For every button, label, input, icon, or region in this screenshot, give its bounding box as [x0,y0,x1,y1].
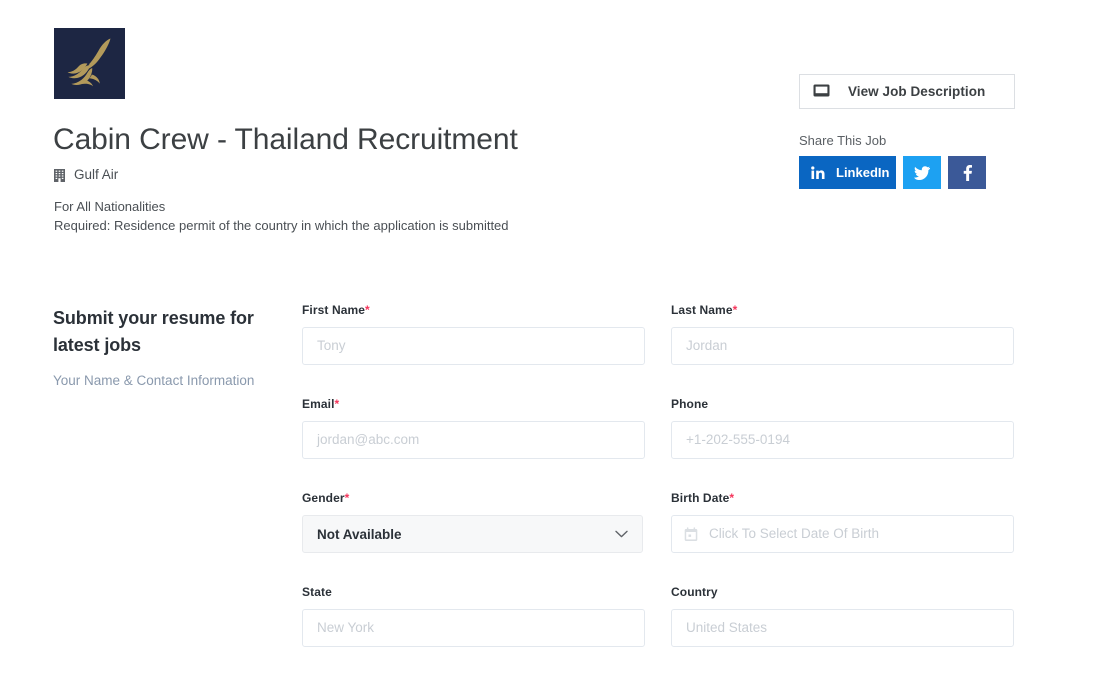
required-marker: * [344,491,350,505]
field-label-phone: Phone [671,397,1014,411]
first-name-input[interactable]: Tony [302,327,645,365]
view-job-description-label: View Job Description [848,84,986,99]
share-twitter-button[interactable] [903,156,941,189]
share-linkedin-button[interactable]: LinkedIn [799,156,896,189]
view-job-description-button[interactable]: View Job Description [799,74,1015,109]
field-email: Email* jordan@abc.com [302,397,645,459]
label-text: Phone [671,397,709,411]
form-intro: Submit your resume for latest jobs Your … [53,305,283,390]
phone-input[interactable]: +1-202-555-0194 [671,421,1014,459]
required-marker: * [732,303,738,317]
page-title: Cabin Crew - Thailand Recruitment [53,123,518,156]
facebook-f-icon [963,164,972,181]
gender-selected-value: Not Available [317,526,402,542]
label-text: State [302,585,332,599]
job-application-page: Cabin Crew - Thailand Recruitment Gulf A… [0,0,1119,696]
form-row: First Name* Tony Last Name* Jordan [302,303,1015,365]
field-phone: Phone +1-202-555-0194 [671,397,1014,459]
share-buttons: LinkedIn [799,156,986,189]
form-row: Gender* Not Available Birth Date* Click … [302,491,1015,553]
email-input[interactable]: jordan@abc.com [302,421,645,459]
field-label-gender: Gender* [302,491,645,505]
last-name-input[interactable]: Jordan [671,327,1014,365]
field-label-email: Email* [302,397,645,411]
state-placeholder: New York [317,620,375,635]
email-placeholder: jordan@abc.com [317,432,420,447]
calendar-icon [684,526,698,541]
country-placeholder: United States [686,620,768,635]
company-logo [54,28,125,99]
job-meta-line-2: Required: Residence permit of the countr… [54,217,509,233]
label-text: Gender [302,491,345,505]
field-label-country: Country [671,585,1014,599]
first-name-placeholder: Tony [317,338,346,353]
birth-date-placeholder: Click To Select Date Of Birth [709,526,880,541]
required-marker: * [334,397,340,411]
field-birth-date: Birth Date* Click To Select Date Of Birt… [671,491,1014,553]
monitor-icon [813,84,830,97]
gender-select[interactable]: Not Available [302,515,643,553]
field-label-birth-date: Birth Date* [671,491,1014,505]
field-state: State New York [302,585,645,647]
share-facebook-button[interactable] [948,156,986,189]
label-text: Birth Date [671,491,730,505]
chevron-down-icon [615,530,628,538]
company-row: Gulf Air [54,167,118,183]
linkedin-icon [811,165,825,179]
field-label-state: State [302,585,645,599]
gulf-air-falcon-logo [54,28,125,99]
phone-placeholder: +1-202-555-0194 [686,432,790,447]
field-gender: Gender* Not Available [302,491,645,553]
form-intro-title: Submit your resume for latest jobs [53,308,254,355]
country-input[interactable]: United States [671,609,1014,647]
field-last-name: Last Name* Jordan [671,303,1014,365]
field-country: Country United States [671,585,1014,647]
state-input[interactable]: New York [302,609,645,647]
application-form: First Name* Tony Last Name* Jordan Email… [302,303,1015,647]
building-icon [54,168,65,182]
share-linkedin-label: LinkedIn [836,165,890,180]
form-row: State New York Country United States [302,585,1015,647]
last-name-placeholder: Jordan [686,338,728,353]
job-meta: For All Nationalities Required: Residenc… [54,198,509,235]
label-text: First Name [302,303,366,317]
required-marker: * [365,303,370,317]
job-meta-line-1: For All Nationalities [54,199,166,214]
twitter-bird-icon [914,165,930,180]
label-text: Country [671,585,718,599]
company-name: Gulf Air [74,167,119,182]
label-text: Last Name [671,303,733,317]
field-first-name: First Name* Tony [302,303,645,365]
share-this-job-label: Share This Job [799,133,887,148]
birth-date-input[interactable]: Click To Select Date Of Birth [671,515,1014,553]
label-text: Email [302,397,335,411]
required-marker: * [729,491,735,505]
form-row: Email* jordan@abc.com Phone +1-202-555-0… [302,397,1015,459]
field-label-first-name: First Name* [302,303,645,317]
form-intro-subtitle: Your Name & Contact Information [53,373,255,388]
field-label-last-name: Last Name* [671,303,1014,317]
